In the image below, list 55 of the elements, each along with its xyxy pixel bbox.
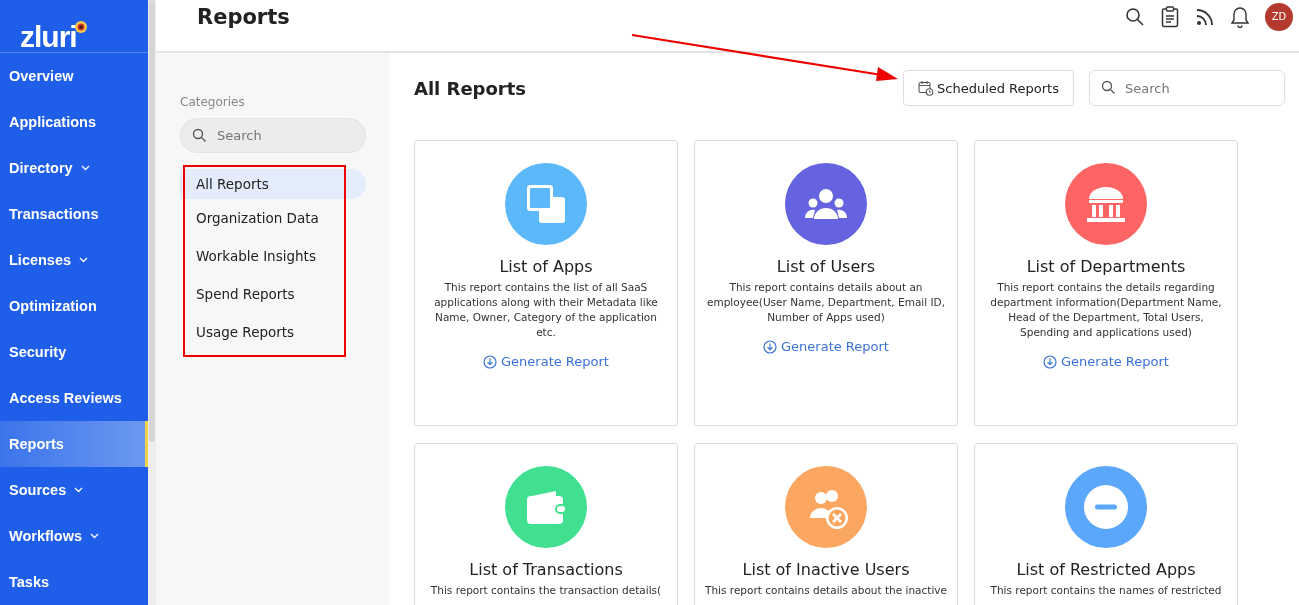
user-avatar[interactable]: ZD	[1265, 2, 1293, 31]
nav-item[interactable]: Licenses	[0, 237, 148, 283]
category-item[interactable]: Organization Data	[180, 199, 366, 237]
card-description: This report contains the transaction details(	[430, 583, 662, 598]
card-description: This report contains details about the inactive	[705, 583, 947, 598]
card-description: This report contains the details regarding department information(Department Name, Head of the Department, Total Users, Spending and applications used)	[989, 280, 1223, 340]
nav-item[interactable]: Reports	[0, 421, 148, 467]
search-icon	[192, 128, 207, 143]
download-icon	[1043, 354, 1057, 369]
logo: zluri	[20, 22, 77, 52]
category-item[interactable]: Usage Reports	[180, 313, 366, 351]
card-title: List of Transactions	[469, 560, 623, 579]
nav-item[interactable]: Sources	[0, 467, 148, 513]
download-icon	[763, 339, 777, 354]
nav-item[interactable]: Optimization	[0, 283, 148, 329]
category-item[interactable]: All Reports	[180, 169, 366, 199]
generate-report-link[interactable]: Generate Report	[483, 354, 609, 369]
generate-report-link[interactable]: Generate Report	[1043, 354, 1169, 369]
nav-item[interactable]: Access Reviews	[0, 375, 148, 421]
generate-report-link[interactable]: Generate Report	[763, 339, 889, 354]
card-description: This report contains details about an employee(User Name, Department, Email ID, Number of Apps used)	[705, 280, 947, 325]
calendar-clock-icon	[918, 80, 934, 96]
category-item[interactable]: Spend Reports	[180, 275, 366, 313]
scheduled-reports-button[interactable]: Scheduled Reports	[903, 70, 1074, 106]
card-title: List of Users	[776, 257, 876, 276]
section-title: All Reports	[414, 77, 528, 99]
page-title: Reports	[197, 4, 290, 29]
nav-item[interactable]: Tasks	[0, 559, 148, 605]
categories-heading: Categories	[180, 95, 246, 109]
chevron-down-icon	[79, 257, 89, 263]
nav-item[interactable]: Security	[0, 329, 148, 375]
card-title: List of Departments	[1026, 257, 1186, 276]
card-title: List of Inactive Users	[742, 560, 910, 579]
nav-item[interactable]: Transactions	[0, 191, 148, 237]
chevron-down-icon	[90, 533, 100, 539]
search-icon	[1101, 80, 1116, 95]
rss-icon[interactable]	[1195, 6, 1215, 27]
chevron-down-icon	[80, 165, 90, 171]
bell-icon[interactable]	[1231, 5, 1249, 28]
card-description: This report contains the names of restricted	[990, 583, 1222, 598]
category-search-field[interactable]: Search	[180, 118, 366, 153]
scrollbar-thumb[interactable]	[149, 0, 155, 442]
report-search-field[interactable]: Search	[1089, 70, 1285, 106]
nav-item[interactable]: Overview	[0, 53, 148, 99]
card-title: List of Apps	[499, 257, 593, 276]
nav-item[interactable]: Applications	[0, 99, 148, 145]
nav-item[interactable]: Workflows	[0, 513, 148, 559]
card-description: This report contains the list of all SaaS applications along with their Metadata like Name, Owner, Category of the application etc.	[433, 280, 659, 340]
download-icon	[483, 354, 497, 369]
category-item[interactable]: Workable Insights	[180, 237, 366, 275]
search-icon[interactable]	[1125, 6, 1145, 27]
nav-item[interactable]: Directory	[0, 145, 148, 191]
card-title: List of Restricted Apps	[1016, 560, 1196, 579]
clipboard-icon[interactable]	[1161, 5, 1179, 28]
chevron-down-icon	[74, 487, 84, 493]
